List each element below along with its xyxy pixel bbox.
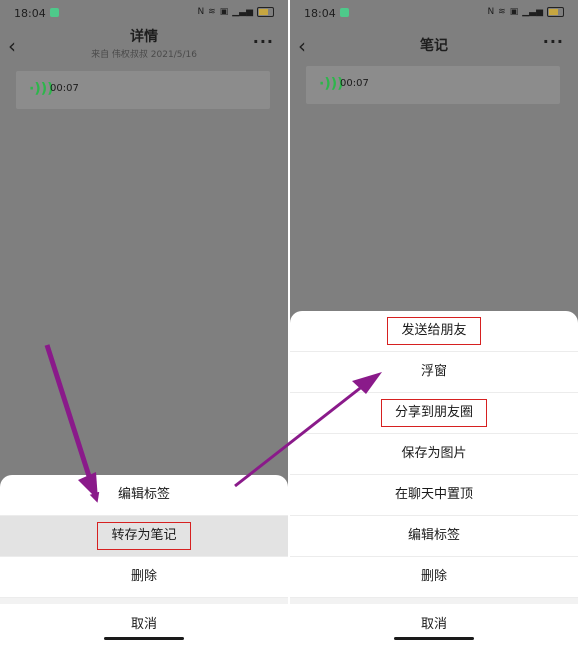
page-title: 详情 (130, 29, 158, 45)
menu-item-label: 发送给朋友 (401, 323, 467, 338)
more-icon[interactable]: ··· (253, 32, 274, 51)
highlight-box: 转存为笔记 (97, 522, 191, 550)
battery-icon (547, 7, 564, 17)
signal-icon: ▁▃▅ (232, 7, 253, 17)
home-indicator (104, 637, 184, 640)
status-bar: 18:04 N ≋ ▣ ▁▃▅ (0, 0, 288, 26)
highlight-box: 分享到朋友圈 (380, 399, 487, 427)
battery-icon (257, 7, 274, 17)
nav-bar: ‹ 详情 来自 伟权叔叔 2021/5/16 ··· (0, 26, 288, 64)
action-sheet: 编辑标签 转存为笔记 删除 取消 (0, 475, 288, 646)
menu-item-label: 编辑标签 (117, 487, 170, 502)
highlight-box: 发送给朋友 (387, 317, 481, 345)
menu-item-label: 保存为图片 (401, 446, 467, 461)
status-time: 18:04 (14, 7, 46, 20)
menu-item-label: 转存为笔记 (111, 528, 177, 543)
app-notification-icon (340, 8, 349, 17)
wifi-icon: ≋ (498, 7, 506, 17)
menu-item-label: 删除 (420, 569, 447, 584)
status-icons: N ≋ ▣ ▁▃▅ (197, 5, 274, 19)
left-screen: 18:04 N ≋ ▣ ▁▃▅ ‹ 详情 来自 伟权叔叔 2021/5/16 ·… (0, 0, 288, 646)
menu-item-edit-tags[interactable]: 编辑标签 (0, 475, 288, 516)
page-title: 笔记 (420, 38, 448, 54)
nav-bar: ‹ 笔记 ··· (290, 26, 578, 64)
right-screen: 18:04 N ≋ ▣ ▁▃▅ ‹ 笔记 ··· ·))) 00:07 发送给朋… (290, 0, 578, 646)
menu-item-share-moments[interactable]: 分享到朋友圈 (290, 393, 578, 434)
menu-item-delete[interactable]: 删除 (0, 557, 288, 598)
voice-duration: 00:07 (340, 78, 369, 89)
wifi-icon: ≋ (208, 7, 216, 17)
voice-duration: 00:07 (50, 83, 79, 94)
menu-item-label: 在聊天中置顶 (394, 487, 473, 502)
more-icon[interactable]: ··· (543, 32, 564, 51)
menu-item-label: 浮窗 (420, 364, 447, 379)
menu-item-pin-in-chat[interactable]: 在聊天中置顶 (290, 475, 578, 516)
status-icons: N ≋ ▣ ▁▃▅ (487, 5, 564, 19)
hd-icon: ▣ (509, 7, 519, 17)
menu-item-label: 编辑标签 (407, 528, 460, 543)
app-notification-icon (50, 8, 59, 17)
menu-item-delete[interactable]: 删除 (290, 557, 578, 598)
menu-item-save-as-note[interactable]: 转存为笔记 (0, 516, 288, 557)
action-sheet: 发送给朋友 浮窗 分享到朋友圈 保存为图片 在聊天中置顶 编辑标签 删除 取消 (290, 311, 578, 646)
menu-item-float-window[interactable]: 浮窗 (290, 352, 578, 393)
voice-note[interactable]: ·))) 00:07 (16, 71, 270, 109)
signal-icon: ▁▃▅ (522, 7, 543, 17)
voice-note[interactable]: ·))) 00:07 (306, 66, 560, 104)
status-time: 18:04 (304, 7, 336, 20)
menu-item-label: 分享到朋友圈 (394, 405, 473, 420)
page-subtitle: 来自 伟权叔叔 2021/5/16 (91, 50, 197, 60)
menu-item-send-to-friend[interactable]: 发送给朋友 (290, 311, 578, 352)
menu-item-save-image[interactable]: 保存为图片 (290, 434, 578, 475)
menu-item-edit-tags[interactable]: 编辑标签 (290, 516, 578, 557)
home-indicator (394, 637, 474, 640)
nfc-icon: N (487, 7, 495, 17)
hd-icon: ▣ (219, 7, 229, 17)
menu-item-label: 删除 (130, 569, 157, 584)
nfc-icon: N (197, 7, 205, 17)
status-bar: 18:04 N ≋ ▣ ▁▃▅ (290, 0, 578, 26)
